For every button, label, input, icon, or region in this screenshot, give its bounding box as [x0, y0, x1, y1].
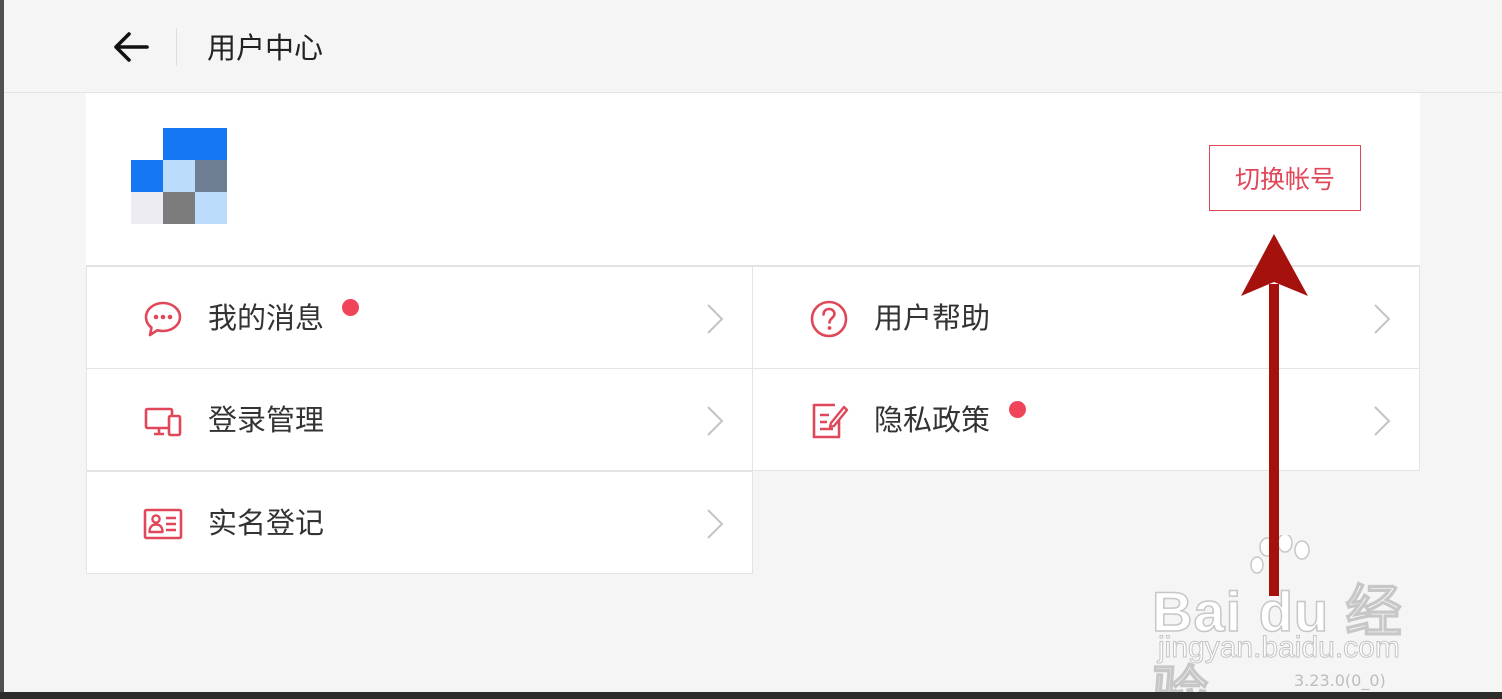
chevron-right-icon [707, 406, 724, 436]
screen-bottom-edge [0, 692, 1502, 699]
baidu-jingyan-watermark: Bai du 经验 jingyan.baidu.com [1151, 535, 1442, 692]
menu-item-label: 用户帮助 [874, 301, 991, 335]
profile-card: 切换帐号 [86, 93, 1420, 266]
paw-logo-icon [1250, 535, 1310, 574]
chevron-right-icon [707, 304, 724, 334]
menu-item-real-name[interactable]: 实名登记 [86, 471, 753, 574]
avatar[interactable] [131, 128, 227, 224]
id-card-icon [143, 508, 183, 540]
menu-item-messages[interactable]: 我的消息 [86, 266, 753, 369]
menu-item-label: 隐私政策 [874, 403, 991, 437]
back-button[interactable] [106, 22, 156, 72]
avatar-pixel [195, 160, 227, 192]
avatar-pixel [131, 192, 163, 224]
chevron-right-icon [707, 509, 724, 539]
question-circle-icon [810, 300, 848, 338]
avatar-pixel [195, 128, 227, 160]
app-screen: 用户中心 切换帐号 我的消息 用户帮助 登录管理 隐私政策 实名登记 Bai d… [4, 0, 1502, 692]
menu-item-label: 我的消息 [208, 301, 325, 335]
avatar-pixel [131, 160, 163, 192]
version-label: 3.23.0(0_0) [1294, 671, 1386, 690]
message-bubble-icon [144, 301, 182, 337]
avatar-pixel [163, 128, 195, 160]
menu-item-label: 登录管理 [208, 403, 325, 437]
unread-dot [342, 299, 359, 316]
page-title: 用户中心 [207, 31, 324, 65]
top-bar: 用户中心 [4, 0, 1502, 93]
document-edit-icon [812, 403, 849, 439]
switch-account-button[interactable]: 切换帐号 [1209, 145, 1361, 211]
devices-icon [144, 407, 182, 437]
menu-item-help[interactable]: 用户帮助 [752, 266, 1420, 369]
menu-item-privacy-policy[interactable]: 隐私政策 [752, 368, 1420, 471]
avatar-pixel [163, 160, 195, 192]
header-divider [176, 28, 177, 66]
menu-item-label: 实名登记 [208, 506, 325, 540]
menu-item-login-management[interactable]: 登录管理 [86, 368, 753, 471]
chevron-right-icon [1374, 304, 1391, 334]
arrow-left-icon [114, 32, 149, 62]
watermark-url: jingyan.baidu.com [1158, 631, 1401, 665]
avatar-pixel [163, 192, 195, 224]
unread-dot [1009, 401, 1026, 418]
avatar-pixel [195, 192, 227, 224]
chevron-right-icon [1374, 406, 1391, 436]
